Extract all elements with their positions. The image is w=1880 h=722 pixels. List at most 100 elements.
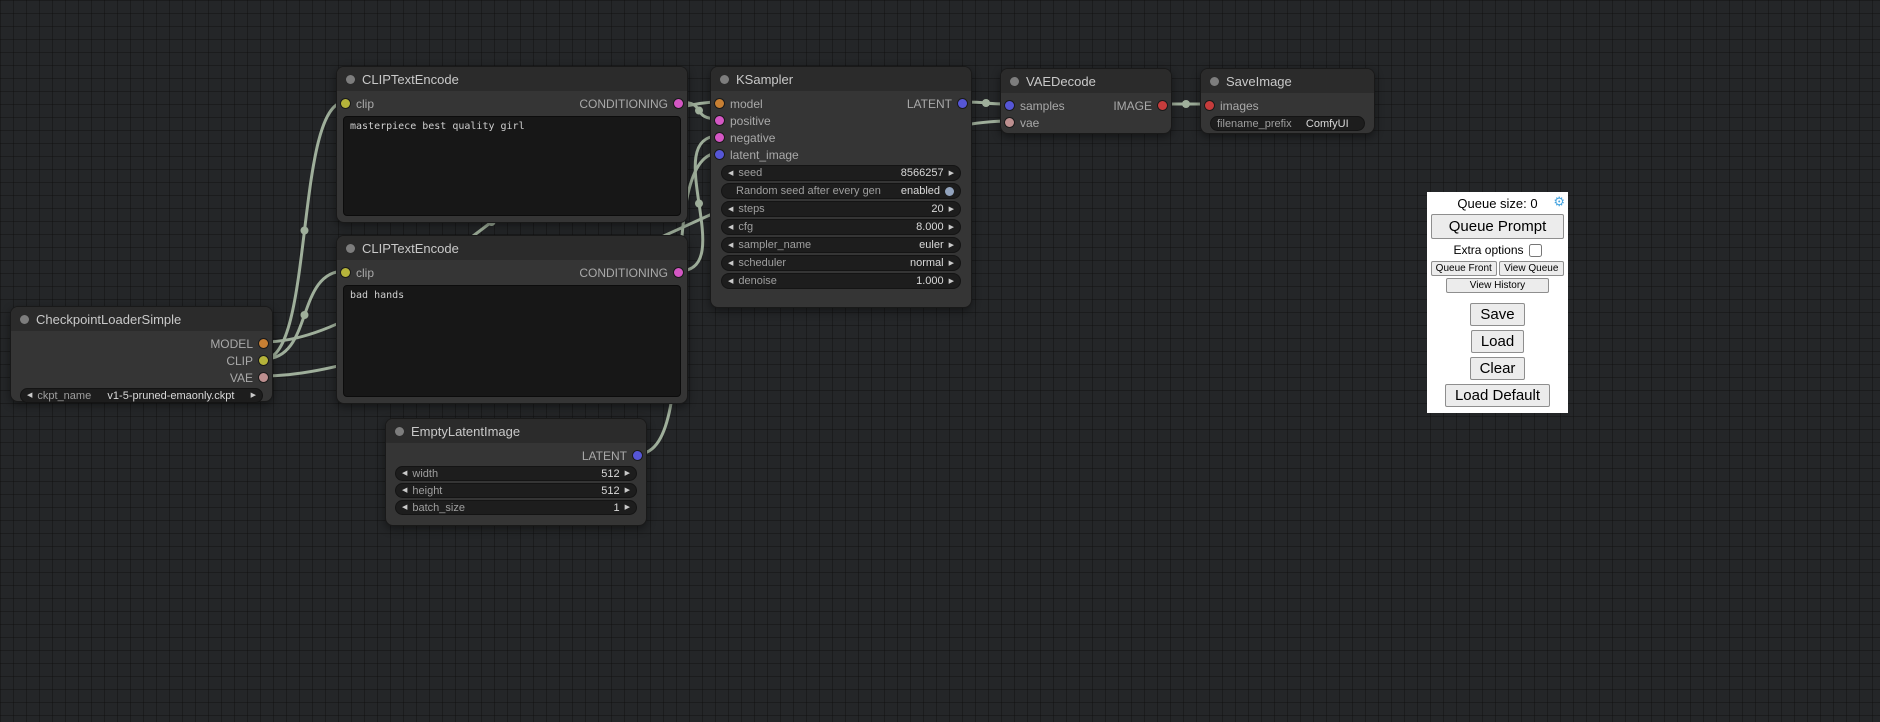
view-queue-button[interactable]: View Queue xyxy=(1499,261,1565,276)
node-title: EmptyLatentImage xyxy=(411,424,520,439)
increment-arrow-icon[interactable]: ▶ xyxy=(625,504,630,511)
input-label: images xyxy=(1220,99,1259,113)
increment-arrow-icon[interactable]: ▶ xyxy=(251,392,256,399)
clip-input-slot[interactable] xyxy=(341,268,350,277)
slot-row: MODEL xyxy=(11,335,272,352)
increment-arrow-icon[interactable]: ▶ xyxy=(949,242,954,249)
random-seed-toggle-widget[interactable]: Random seed after every gen enabled xyxy=(721,183,961,199)
node-title: CheckpointLoaderSimple xyxy=(36,312,181,327)
widget-value: 20 xyxy=(931,203,943,215)
load-button[interactable]: Load xyxy=(1471,330,1524,353)
decrement-arrow-icon[interactable]: ◀ xyxy=(728,206,733,213)
slot-row: images xyxy=(1201,97,1374,114)
image-output-slot[interactable] xyxy=(1158,101,1167,110)
latent-image-input-slot[interactable] xyxy=(715,150,724,159)
decrement-arrow-icon[interactable]: ◀ xyxy=(728,170,733,177)
increment-arrow-icon[interactable]: ▶ xyxy=(949,260,954,267)
decrement-arrow-icon[interactable]: ◀ xyxy=(402,470,407,477)
output-label: VAE xyxy=(230,371,253,385)
node-title-bar[interactable]: SaveImage xyxy=(1201,69,1374,93)
samples-input-slot[interactable] xyxy=(1005,101,1014,110)
conditioning-output-slot[interactable] xyxy=(674,99,683,108)
scheduler-combo-widget[interactable]: ◀ scheduler normal ▶ xyxy=(721,255,961,271)
node-title-bar[interactable]: CheckpointLoaderSimple xyxy=(11,307,272,331)
widget-value: 512 xyxy=(601,468,619,480)
settings-gear-icon[interactable]: ⚙ xyxy=(1553,195,1565,208)
node-empty-latent-image[interactable]: EmptyLatentImage LATENT ◀ width 512 ▶ ◀ … xyxy=(385,418,647,526)
positive-prompt-textarea[interactable]: masterpiece best quality girl xyxy=(343,116,681,216)
decrement-arrow-icon[interactable]: ◀ xyxy=(728,260,733,267)
denoise-number-widget[interactable]: ◀ denoise 1.000 ▶ xyxy=(721,273,961,289)
cfg-number-widget[interactable]: ◀ cfg 8.000 ▶ xyxy=(721,219,961,235)
link-midpoint-dot xyxy=(695,200,703,208)
node-title: KSampler xyxy=(736,72,793,87)
toggle-dot-icon[interactable] xyxy=(945,187,954,196)
node-vae-decode[interactable]: VAEDecode samples IMAGE vae xyxy=(1000,68,1172,134)
negative-prompt-textarea[interactable]: bad hands xyxy=(343,285,681,397)
decrement-arrow-icon[interactable]: ◀ xyxy=(728,224,733,231)
negative-input-slot[interactable] xyxy=(715,133,724,142)
save-button[interactable]: Save xyxy=(1470,303,1524,326)
widget-label: sampler_name xyxy=(738,239,811,251)
sampler-name-combo-widget[interactable]: ◀ sampler_name euler ▶ xyxy=(721,237,961,253)
images-input-slot[interactable] xyxy=(1205,101,1214,110)
increment-arrow-icon[interactable]: ▶ xyxy=(949,170,954,177)
widget-value: v1-5-pruned-emaonly.ckpt xyxy=(107,390,234,402)
increment-arrow-icon[interactable]: ▶ xyxy=(625,470,630,477)
ckpt-name-combo-widget[interactable]: ◀ ckpt_name v1-5-pruned-emaonly.ckpt ▶ xyxy=(20,388,263,403)
node-save-image[interactable]: SaveImage images filename_prefix ComfyUI xyxy=(1200,68,1375,134)
width-number-widget[interactable]: ◀ width 512 ▶ xyxy=(395,466,637,481)
latent-output-slot[interactable] xyxy=(633,451,642,460)
increment-arrow-icon[interactable]: ▶ xyxy=(949,224,954,231)
extra-options-checkbox[interactable] xyxy=(1529,244,1542,257)
node-title-bar[interactable]: EmptyLatentImage xyxy=(386,419,646,443)
link-midpoint-dot xyxy=(301,311,309,319)
input-label: negative xyxy=(730,131,775,145)
increment-arrow-icon[interactable]: ▶ xyxy=(625,487,630,494)
widget-value: ComfyUI xyxy=(1306,118,1349,130)
decrement-arrow-icon[interactable]: ◀ xyxy=(402,504,407,511)
load-default-button[interactable]: Load Default xyxy=(1445,384,1550,407)
filename-prefix-text-widget[interactable]: filename_prefix ComfyUI xyxy=(1210,116,1365,131)
increment-arrow-icon[interactable]: ▶ xyxy=(949,206,954,213)
increment-arrow-icon[interactable]: ▶ xyxy=(949,278,954,285)
node-ksampler[interactable]: KSampler model LATENT positive negative … xyxy=(710,66,972,308)
decrement-arrow-icon[interactable]: ◀ xyxy=(27,392,32,399)
node-checkpoint-loader-simple[interactable]: CheckpointLoaderSimple MODEL CLIP VAE ◀ … xyxy=(10,306,273,402)
seed-number-widget[interactable]: ◀ seed 8566257 ▶ xyxy=(721,165,961,181)
node-title-bar[interactable]: VAEDecode xyxy=(1001,69,1171,93)
input-label: model xyxy=(730,97,763,111)
model-output-slot[interactable] xyxy=(259,339,268,348)
node-title-bar[interactable]: CLIPTextEncode xyxy=(337,236,687,260)
node-graph-canvas[interactable]: { "colors": { "link": "#9faf9b", "model"… xyxy=(0,0,1880,722)
node-title-bar[interactable]: CLIPTextEncode xyxy=(337,67,687,91)
steps-number-widget[interactable]: ◀ steps 20 ▶ xyxy=(721,201,961,217)
latent-output-slot[interactable] xyxy=(958,99,967,108)
model-input-slot[interactable] xyxy=(715,99,724,108)
clip-output-slot[interactable] xyxy=(259,356,268,365)
widget-value: normal xyxy=(910,257,944,269)
node-clip-text-encode-positive[interactable]: CLIPTextEncode clip CONDITIONING masterp… xyxy=(336,66,688,223)
input-label: vae xyxy=(1020,116,1039,130)
height-number-widget[interactable]: ◀ height 512 ▶ xyxy=(395,483,637,498)
vae-input-slot[interactable] xyxy=(1005,118,1014,127)
view-history-button[interactable]: View History xyxy=(1446,278,1550,293)
clear-button[interactable]: Clear xyxy=(1470,357,1526,380)
slot-row: LATENT xyxy=(386,447,646,464)
decrement-arrow-icon[interactable]: ◀ xyxy=(402,487,407,494)
comfyui-menu-panel: Queue size: 0 ⚙ Queue Prompt Extra optio… xyxy=(1427,192,1568,413)
slot-row: clip CONDITIONING xyxy=(337,264,687,281)
vae-output-slot[interactable] xyxy=(259,373,268,382)
queue-prompt-button[interactable]: Queue Prompt xyxy=(1431,214,1564,239)
positive-input-slot[interactable] xyxy=(715,116,724,125)
conditioning-output-slot[interactable] xyxy=(674,268,683,277)
decrement-arrow-icon[interactable]: ◀ xyxy=(728,242,733,249)
node-clip-text-encode-negative[interactable]: CLIPTextEncode clip CONDITIONING bad han… xyxy=(336,235,688,404)
decrement-arrow-icon[interactable]: ◀ xyxy=(728,278,733,285)
clip-input-slot[interactable] xyxy=(341,99,350,108)
batch-size-number-widget[interactable]: ◀ batch_size 1 ▶ xyxy=(395,500,637,515)
node-title-bar[interactable]: KSampler xyxy=(711,67,971,91)
widget-value: 512 xyxy=(601,485,619,497)
queue-front-button[interactable]: Queue Front xyxy=(1431,261,1497,276)
link-midpoint-dot xyxy=(1182,100,1190,108)
